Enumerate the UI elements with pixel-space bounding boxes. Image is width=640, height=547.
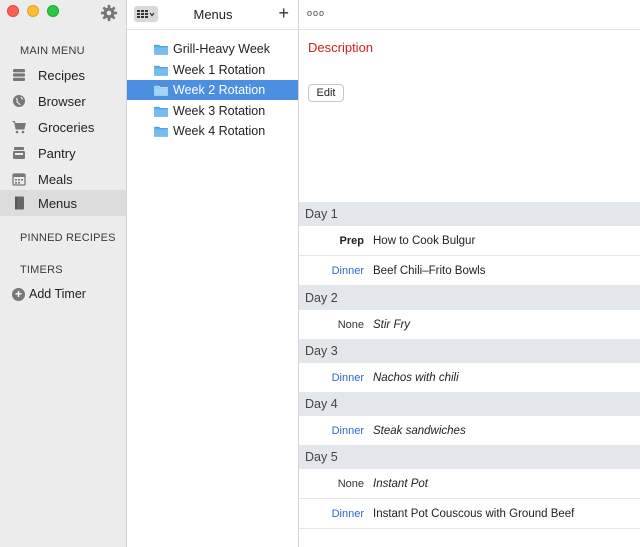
minimize-window-button[interactable] xyxy=(27,5,39,17)
meal-type[interactable]: Dinner xyxy=(299,425,373,437)
day-header: Day 4 xyxy=(299,392,640,416)
meal-row[interactable]: Prep How to Cook Bulgur xyxy=(299,226,640,256)
sidebar-item-label: Groceries xyxy=(38,119,95,135)
meal-type[interactable]: None xyxy=(299,478,373,490)
sidebar-item-menus[interactable]: Menus xyxy=(0,190,126,216)
menu-folder-item[interactable]: Week 4 Rotation xyxy=(127,121,298,141)
meal-row[interactable]: Dinner Steak sandwiches xyxy=(299,416,640,446)
sidebar-item-browser[interactable]: Browser xyxy=(0,88,126,114)
meal-name: Nachos with chili xyxy=(373,371,459,384)
meal-name: How to Cook Bulgur xyxy=(373,234,476,247)
meal-type[interactable]: None xyxy=(299,319,373,331)
sidebar: MAIN MENU Recipes Browser Groceries Pant… xyxy=(0,0,127,547)
menus-list-pane: Menus + Grill-Heavy Week Week 1 Rotation… xyxy=(127,0,299,547)
pinned-recipes-heading: PINNED RECIPES xyxy=(20,232,116,244)
sidebar-item-label: Pantry xyxy=(38,145,76,161)
gear-icon[interactable] xyxy=(100,4,118,22)
meal-name: Stir Fry xyxy=(373,318,411,331)
sidebar-item-pantry[interactable]: Pantry xyxy=(0,140,126,166)
meal-type[interactable]: Prep xyxy=(299,235,373,247)
day-header: Day 2 xyxy=(299,286,640,310)
meal-row[interactable]: None Instant Pot xyxy=(299,469,640,499)
folder-label: Week 1 Rotation xyxy=(173,63,266,77)
menu-detail-pane: ooo Description Edit Day 1 Prep How to C… xyxy=(299,0,640,547)
folder-label: Week 2 Rotation xyxy=(173,83,266,97)
meal-row[interactable]: Dinner Beef Chili–Frito Bowls xyxy=(299,256,640,286)
folder-icon xyxy=(154,126,168,137)
menu-folder-item[interactable]: Grill-Heavy Week xyxy=(127,39,298,59)
meal-name: Instant Pot Couscous with Ground Beef xyxy=(373,507,575,520)
window-controls xyxy=(7,5,59,17)
add-timer-button[interactable]: + Add Timer xyxy=(12,287,86,301)
description-label: Description xyxy=(308,40,374,55)
meal-row[interactable]: Dinner Nachos with chili xyxy=(299,363,640,393)
folder-label: Week 3 Rotation xyxy=(173,104,266,118)
meal-name: Steak sandwiches xyxy=(373,424,466,437)
recipes-icon xyxy=(12,68,26,82)
meal-type[interactable]: Dinner xyxy=(299,508,373,520)
day-header: Day 1 xyxy=(299,202,640,226)
folder-icon xyxy=(154,85,168,96)
edit-button[interactable]: Edit xyxy=(308,84,344,102)
menus-icon xyxy=(12,196,26,210)
meal-row[interactable]: None Stir Fry xyxy=(299,310,640,340)
zoom-window-button[interactable] xyxy=(47,5,59,17)
menus-title: Menus xyxy=(193,7,233,22)
sidebar-item-label: Recipes xyxy=(38,67,85,83)
sidebar-item-label: Menus xyxy=(38,195,78,211)
sidebar-item-groceries[interactable]: Groceries xyxy=(0,114,126,140)
detail-toolbar: ooo xyxy=(299,0,640,30)
globe-icon xyxy=(12,94,26,108)
plus-circle-icon: + xyxy=(12,287,25,301)
day-header: Day 5 xyxy=(299,445,640,469)
sidebar-item-label: Meals xyxy=(38,171,73,187)
timers-heading: TIMERS xyxy=(20,264,63,276)
more-options-button[interactable]: ooo xyxy=(307,8,325,18)
add-menu-button[interactable]: + xyxy=(278,3,289,24)
sidebar-item-meals[interactable]: Meals xyxy=(0,166,126,192)
folder-label: Week 4 Rotation xyxy=(173,124,266,138)
folder-icon xyxy=(154,44,168,55)
cart-icon xyxy=(12,120,26,134)
folder-label: Grill-Heavy Week xyxy=(173,42,271,56)
add-timer-label: Add Timer xyxy=(29,287,86,301)
meal-type[interactable]: Dinner xyxy=(299,265,373,277)
day-header: Day 3 xyxy=(299,339,640,363)
folder-icon xyxy=(154,65,168,76)
calendar-icon xyxy=(12,172,26,186)
menu-folder-item[interactable]: Week 1 Rotation xyxy=(127,60,298,80)
meal-type[interactable]: Dinner xyxy=(299,372,373,384)
meal-row[interactable]: Dinner Instant Pot Couscous with Ground … xyxy=(299,499,640,529)
sidebar-item-label: Browser xyxy=(38,93,86,109)
menu-folder-item[interactable]: Week 3 Rotation xyxy=(127,101,298,121)
sidebar-item-recipes[interactable]: Recipes xyxy=(0,62,126,88)
menus-toolbar: Menus + xyxy=(127,0,299,30)
pantry-icon xyxy=(12,146,26,160)
meal-name: Beef Chili–Frito Bowls xyxy=(373,264,486,277)
folder-icon xyxy=(154,106,168,117)
main-menu-heading: MAIN MENU xyxy=(20,45,85,57)
meal-name: Instant Pot xyxy=(373,477,428,490)
menu-folder-item-selected[interactable]: Week 2 Rotation xyxy=(127,80,298,100)
close-window-button[interactable] xyxy=(7,5,19,17)
